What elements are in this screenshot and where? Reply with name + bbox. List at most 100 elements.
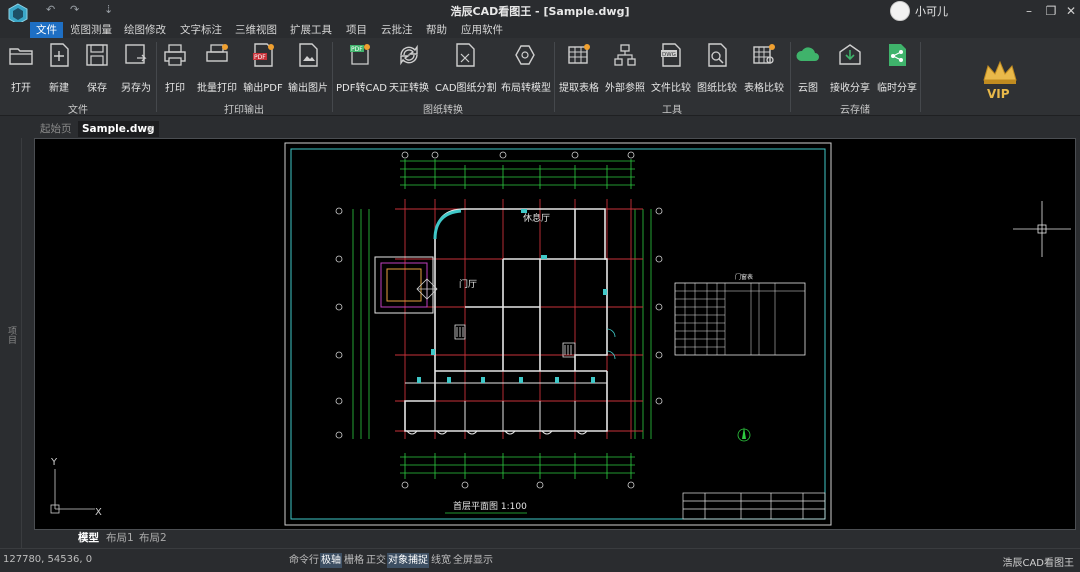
menu-help[interactable]: 帮助: [420, 22, 453, 38]
open-button[interactable]: 打开: [4, 42, 38, 94]
project-side-panel[interactable]: ⋮ 项目: [0, 116, 22, 548]
group-label-print: 打印输出: [224, 105, 264, 116]
xref-button[interactable]: 外部参照: [604, 42, 646, 94]
side-panel-label: 项目: [6, 326, 16, 344]
layout-to-model-button[interactable]: 布局转模型: [500, 42, 552, 94]
svg-text:DWG: DWG: [662, 52, 676, 58]
receive-share-button[interactable]: 接收分享: [828, 42, 872, 94]
user-name[interactable]: 小可儿: [915, 3, 948, 19]
stair-symbols: [454, 324, 576, 358]
menu-draw-modify[interactable]: 绘图修改: [118, 22, 172, 38]
axis-bubbles: [335, 151, 663, 489]
temp-share-icon: [889, 44, 906, 66]
cursor-coordinates: 127780, 54536, 0: [3, 554, 93, 565]
tab-layout-2[interactable]: 布局2: [135, 531, 171, 545]
menu-project[interactable]: 项目: [340, 22, 373, 38]
ribbon-separator: [920, 42, 921, 112]
receive-share-icon: [839, 44, 861, 65]
room-label-lobby: 门厅: [459, 278, 477, 290]
minimize-icon[interactable]: –: [1020, 2, 1038, 20]
svg-text:PDF: PDF: [254, 54, 266, 61]
export-image-button[interactable]: 输出图片: [288, 42, 328, 94]
menu-extensions[interactable]: 扩展工具: [284, 22, 338, 38]
print-icon: [164, 44, 186, 66]
ucs-icon: [50, 469, 95, 514]
tab-layout-1[interactable]: 布局1: [102, 531, 138, 545]
group-label-cloud: 云存储: [840, 105, 870, 116]
pdf-to-cad-icon: PDF: [350, 44, 370, 65]
sheet-inner-frame: [290, 148, 826, 520]
toggle-grid[interactable]: 栅格: [343, 553, 365, 568]
status-bar: 127780, 54536, 0 命令行 极轴 栅格 正交 对象捕捉 线宽 全屏…: [0, 548, 1080, 572]
drawing-svg[interactable]: 休息厅 门厅 首层平面图 1:100 门窗表 Y X: [35, 139, 1075, 529]
save-as-icon: [125, 44, 147, 64]
entrance-canopy: [374, 256, 434, 314]
toggle-object-snap[interactable]: 对象捕捉: [387, 553, 429, 568]
ribbon: 打开 新建 保存 另存为 文件 打印 批量打印 PDF 输出PDF 输出图片 打…: [0, 38, 1080, 116]
document-tab-bar: 起始页 Sample.dwg ×: [0, 116, 1080, 138]
title-bar: ↶ ↷ ⇣ 浩辰CAD看图王 - [Sample.dwg] 小可儿 – ❐ ✕: [0, 0, 1080, 25]
toggle-ortho[interactable]: 正交: [365, 553, 387, 568]
save-as-button[interactable]: 另存为: [117, 42, 155, 94]
new-button[interactable]: 新建: [42, 42, 76, 94]
title-block: [682, 492, 826, 520]
drawing-compare-button[interactable]: 图纸比较: [696, 42, 738, 94]
tangent-convert-button[interactable]: 天正转换: [387, 42, 431, 94]
table-compare-button[interactable]: 表格比较: [742, 42, 786, 94]
menu-view-measure[interactable]: 览图测量: [64, 22, 118, 38]
tab-close-icon[interactable]: ×: [146, 121, 155, 137]
floor-plan-title: 首层平面图 1:100: [453, 500, 527, 512]
building-walls: [404, 208, 608, 432]
curved-wall: [433, 209, 462, 240]
tangent-convert-icon: [400, 44, 418, 66]
menu-file[interactable]: 文件: [30, 22, 63, 38]
cloud-button[interactable]: 云图: [794, 42, 822, 94]
pdf-export-icon: PDF: [253, 43, 274, 67]
menu-cloud-markup[interactable]: 云批注: [375, 22, 419, 38]
bottom-dimensions: [400, 453, 635, 479]
svg-text:PDF: PDF: [351, 46, 363, 53]
top-dimensions: [400, 159, 635, 189]
vip-crown-icon[interactable]: VIP: [978, 58, 1022, 102]
ucs-x-label: X: [95, 507, 102, 518]
export-pdf-button[interactable]: PDF 输出PDF: [242, 42, 284, 94]
user-avatar[interactable]: [890, 1, 910, 21]
extract-table-icon: [568, 44, 590, 64]
batch-print-button[interactable]: 批量打印: [195, 42, 239, 94]
tab-start-page[interactable]: 起始页: [40, 121, 72, 137]
menu-3d-view[interactable]: 三维视图: [229, 22, 283, 38]
pdf-to-cad-button[interactable]: PDF PDF转CAD: [336, 42, 387, 94]
file-compare-button[interactable]: DWG 文件比较: [650, 42, 692, 94]
revolving-door: [416, 278, 438, 300]
group-label-tools: 工具: [662, 105, 682, 116]
room-label-rest: 休息厅: [523, 212, 550, 224]
north-arrow: [737, 427, 751, 442]
save-button[interactable]: 保存: [80, 42, 114, 94]
tab-model[interactable]: 模型: [74, 531, 103, 545]
drawing-split-button[interactable]: CAD图纸分割: [435, 42, 497, 94]
xref-icon: [614, 44, 636, 66]
restore-icon[interactable]: ❐: [1042, 2, 1060, 20]
drawing-compare-icon: [708, 43, 727, 67]
group-label-convert: 图纸转换: [423, 105, 463, 116]
layout-to-model-icon: [515, 45, 535, 65]
toggle-lineweight[interactable]: 线宽: [430, 553, 452, 568]
close-window-icon[interactable]: ✕: [1062, 2, 1080, 20]
table-compare-icon: [753, 44, 775, 64]
drawing-canvas[interactable]: 休息厅 门厅 首层平面图 1:100 门窗表 Y X: [34, 138, 1076, 530]
group-label-file: 文件: [68, 105, 88, 116]
print-button[interactable]: 打印: [160, 42, 190, 94]
open-folder-icon: [9, 48, 33, 65]
door-window-schedule: 门窗表: [674, 273, 806, 356]
cloud-icon: [796, 47, 819, 61]
svg-text:VIP: VIP: [987, 87, 1010, 101]
extract-table-button[interactable]: 提取表格: [558, 42, 600, 94]
menu-text-annotation[interactable]: 文字标注: [174, 22, 228, 38]
toggle-fullscreen[interactable]: 全屏显示: [452, 553, 494, 568]
toggle-polar[interactable]: 极轴: [320, 553, 342, 568]
crosshair-cursor: [1013, 201, 1071, 257]
save-icon: [86, 44, 108, 66]
toggle-command-line[interactable]: 命令行: [288, 553, 320, 568]
menu-apps[interactable]: 应用软件: [455, 22, 509, 38]
temp-share-button[interactable]: 临时分享: [876, 42, 918, 94]
